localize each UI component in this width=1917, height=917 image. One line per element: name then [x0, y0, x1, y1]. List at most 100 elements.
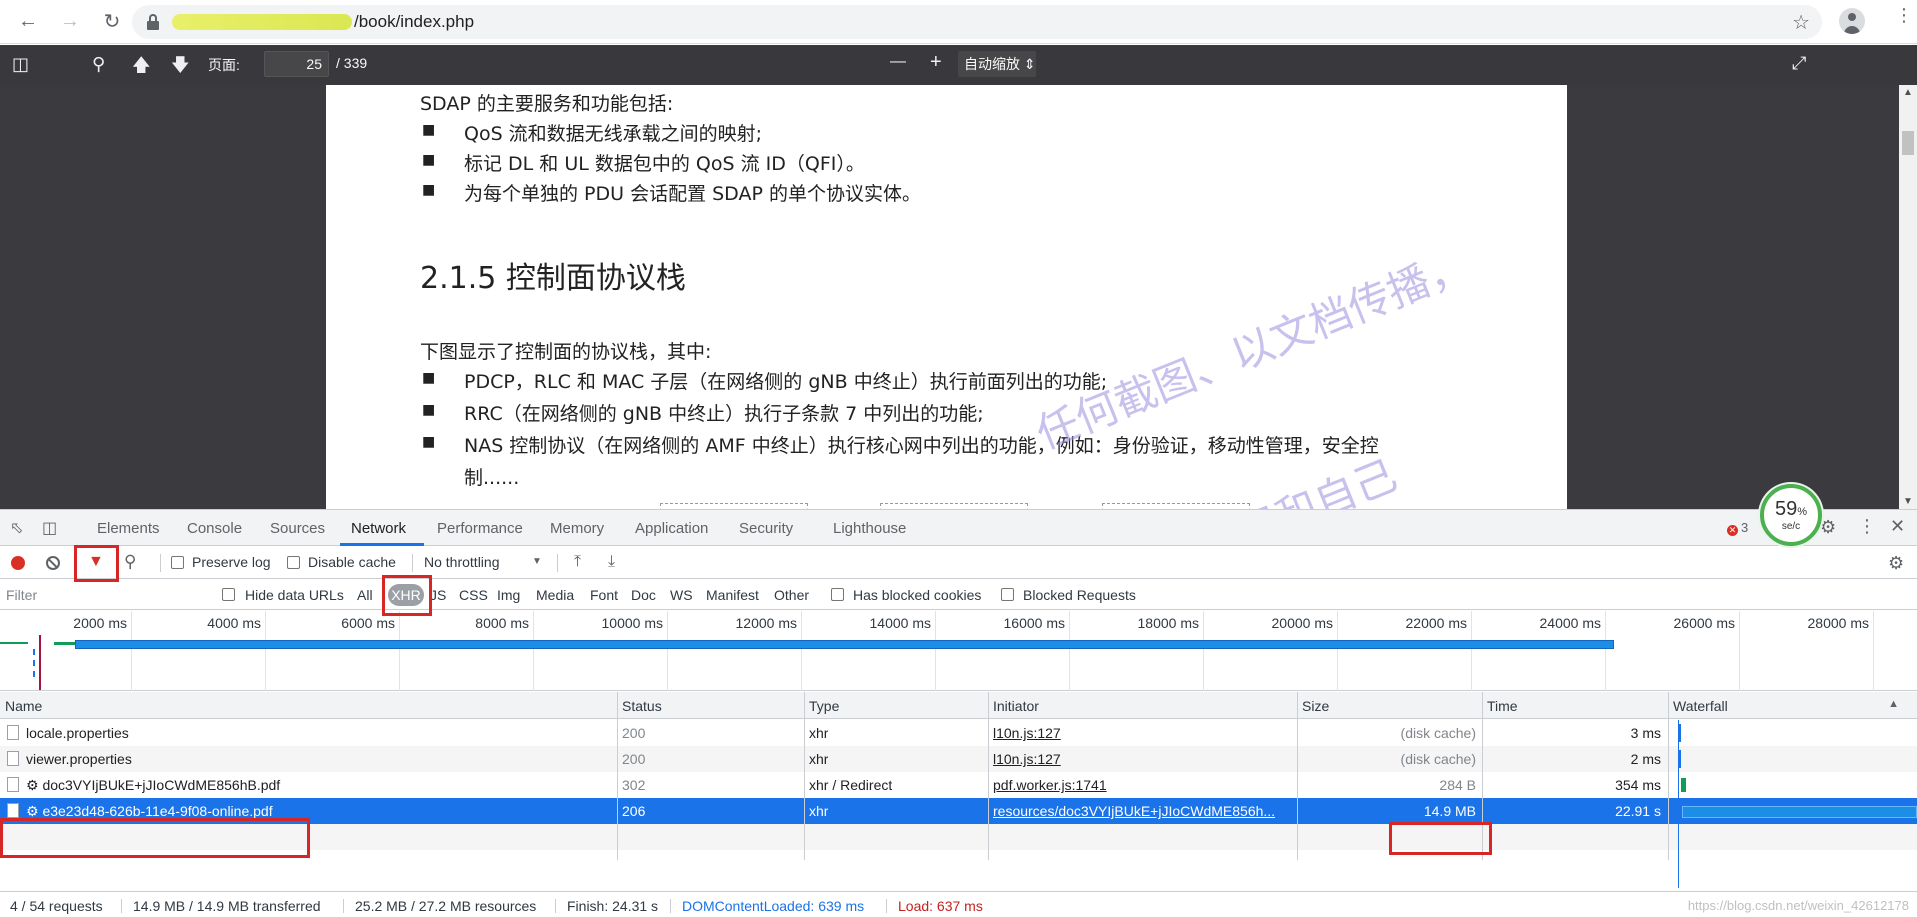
- network-overview-timeline[interactable]: 2000 ms 4000 ms 6000 ms 8000 ms 10000 ms…: [0, 611, 1917, 691]
- request-status: 206: [622, 803, 646, 819]
- scroll-down-icon[interactable]: ▼: [1903, 496, 1913, 507]
- filter-input[interactable]: Filter: [4, 584, 204, 606]
- search-icon[interactable]: ⚲: [124, 552, 136, 572]
- disable-cache-checkbox[interactable]: [287, 556, 300, 569]
- tab-application[interactable]: Application: [635, 520, 708, 537]
- column-divider[interactable]: [988, 692, 989, 860]
- column-header-type[interactable]: Type: [809, 698, 839, 714]
- find-icon[interactable]: ⚲: [92, 54, 105, 75]
- sort-ascending-icon[interactable]: ▲: [1888, 698, 1899, 710]
- column-header-status[interactable]: Status: [622, 698, 662, 714]
- reload-button[interactable]: ↻: [98, 8, 126, 36]
- type-filter-all[interactable]: All: [357, 587, 373, 603]
- table-row[interactable]: viewer.properties 200 xhr l10n.js:127 (d…: [0, 746, 1917, 772]
- section-intro-2: 下图显示了控制面的协议栈，其中:: [420, 341, 712, 363]
- timeline-gridline: [1203, 611, 1204, 691]
- request-initiator[interactable]: l10n.js:127: [993, 751, 1293, 767]
- close-devtools-icon[interactable]: ✕: [1890, 516, 1905, 537]
- column-divider[interactable]: [617, 692, 618, 860]
- forward-button[interactable]: →: [56, 8, 84, 36]
- bookmark-star-icon[interactable]: ☆: [1792, 10, 1810, 35]
- fullscreen-icon[interactable]: ⤢: [1792, 53, 1806, 74]
- import-har-icon[interactable]: ⤒: [574, 553, 581, 571]
- column-header-waterfall[interactable]: Waterfall: [1673, 698, 1728, 714]
- back-button[interactable]: ←: [14, 8, 42, 36]
- column-header-initiator[interactable]: Initiator: [993, 698, 1039, 714]
- column-header-size[interactable]: Size: [1302, 698, 1329, 714]
- type-filter-img[interactable]: Img: [497, 587, 520, 603]
- tab-console[interactable]: Console: [187, 520, 242, 537]
- status-divider: [555, 899, 556, 913]
- column-divider[interactable]: [804, 692, 805, 860]
- error-count-badge[interactable]: ✕ 3: [1727, 520, 1748, 536]
- bullet-text: PDCP，RLC 和 MAC 子层（在网络侧的 gNB 中终止）执行前面列出的功…: [464, 371, 1108, 393]
- request-initiator[interactable]: resources/doc3VYIjBUkE+jJIoCWdME856h...: [993, 803, 1293, 819]
- type-filter-js[interactable]: JS: [430, 587, 446, 603]
- zoom-out-button[interactable]: —: [890, 53, 906, 71]
- column-divider[interactable]: [1668, 692, 1669, 860]
- tab-security[interactable]: Security: [739, 520, 793, 537]
- scroll-up-icon[interactable]: ▲: [1903, 87, 1913, 98]
- preserve-log-checkbox[interactable]: [171, 556, 184, 569]
- previous-page-icon[interactable]: 🡅: [132, 53, 151, 83]
- device-toolbar-icon[interactable]: ◫: [42, 518, 57, 538]
- profile-avatar-icon[interactable]: [1839, 8, 1865, 34]
- pdf-viewport[interactable]: SDAP 的主要服务和功能包括: ■ QoS 流和数据无线承载之间的映射; ■ …: [0, 85, 1917, 509]
- type-filter-ws[interactable]: WS: [670, 587, 693, 603]
- tab-memory[interactable]: Memory: [550, 520, 604, 537]
- scrollbar-thumb[interactable]: [1902, 131, 1914, 155]
- has-blocked-cookies-checkbox[interactable]: [831, 588, 844, 601]
- tab-network[interactable]: Network: [351, 520, 406, 537]
- tab-performance[interactable]: Performance: [437, 520, 523, 537]
- more-options-icon[interactable]: ⋮: [1858, 516, 1876, 537]
- type-filter-css[interactable]: CSS: [459, 587, 488, 603]
- hide-data-urls-checkbox[interactable]: [222, 588, 235, 601]
- pdf-scrollbar[interactable]: ▲ ▼: [1899, 85, 1917, 509]
- type-filter-font[interactable]: Font: [590, 587, 618, 603]
- request-initiator[interactable]: l10n.js:127: [993, 725, 1293, 741]
- watermark-text: 任何截图、以文档传播，: [1029, 240, 1477, 459]
- waterfall-bar: [1679, 750, 1681, 768]
- file-icon: [7, 803, 19, 818]
- type-filter-manifest[interactable]: Manifest: [706, 587, 759, 603]
- type-filter-other[interactable]: Other: [774, 587, 809, 603]
- table-row[interactable]: ⚙ doc3VYIjBUkE+jJIoCWdME856hB.pdf 302 xh…: [0, 772, 1917, 798]
- timeline-gridline: [265, 611, 266, 691]
- settings-gear-icon[interactable]: ⚙: [1820, 517, 1836, 538]
- inspect-element-icon[interactable]: ⬁: [10, 518, 23, 538]
- dom-content-loaded-marker: [33, 649, 35, 677]
- arrow-left-icon: ←: [18, 10, 38, 32]
- file-icon: [7, 725, 19, 740]
- column-header-time[interactable]: Time: [1487, 698, 1518, 714]
- page-number-input[interactable]: 25: [264, 51, 329, 77]
- sidebar-toggle-icon[interactable]: ◫: [12, 54, 29, 75]
- finish-time: Finish: 24.31 s: [567, 898, 659, 914]
- type-filter-media[interactable]: Media: [536, 587, 574, 603]
- timeline-tick-label: 18000 ms: [1137, 615, 1199, 631]
- page-total: / 339: [336, 55, 368, 71]
- tab-sources[interactable]: Sources: [270, 520, 325, 537]
- load-event-marker: [39, 635, 41, 690]
- blocked-requests-checkbox[interactable]: [1001, 588, 1014, 601]
- browser-toolbar: ← → ↻ /book/index.php ☆ ⋮: [0, 0, 1917, 44]
- type-filter-doc[interactable]: Doc: [631, 587, 656, 603]
- timeline-tick-label: 22000 ms: [1405, 615, 1467, 631]
- table-row[interactable]: locale.properties 200 xhr l10n.js:127 (d…: [0, 720, 1917, 746]
- column-divider[interactable]: [1297, 692, 1298, 860]
- active-tab-indicator: [340, 543, 424, 546]
- browser-menu-icon[interactable]: ⋮: [1895, 6, 1913, 24]
- tab-elements[interactable]: Elements: [97, 520, 160, 537]
- export-har-icon[interactable]: ⤓: [608, 553, 615, 571]
- status-divider: [886, 899, 887, 913]
- record-icon[interactable]: [11, 556, 25, 570]
- next-page-icon[interactable]: 🡇: [171, 53, 190, 83]
- tab-lighthouse[interactable]: Lighthouse: [833, 520, 906, 537]
- clear-icon[interactable]: [46, 556, 60, 570]
- zoom-in-button[interactable]: +: [930, 51, 942, 74]
- zoom-select[interactable]: 自动缩放 ⇕: [958, 51, 1036, 77]
- address-bar[interactable]: /book/index.php ☆: [132, 5, 1822, 39]
- column-header-name[interactable]: Name: [5, 698, 42, 714]
- network-settings-gear-icon[interactable]: ⚙: [1888, 553, 1904, 574]
- request-initiator[interactable]: pdf.worker.js:1741: [993, 777, 1293, 793]
- throttling-select[interactable]: No throttling: [424, 554, 499, 570]
